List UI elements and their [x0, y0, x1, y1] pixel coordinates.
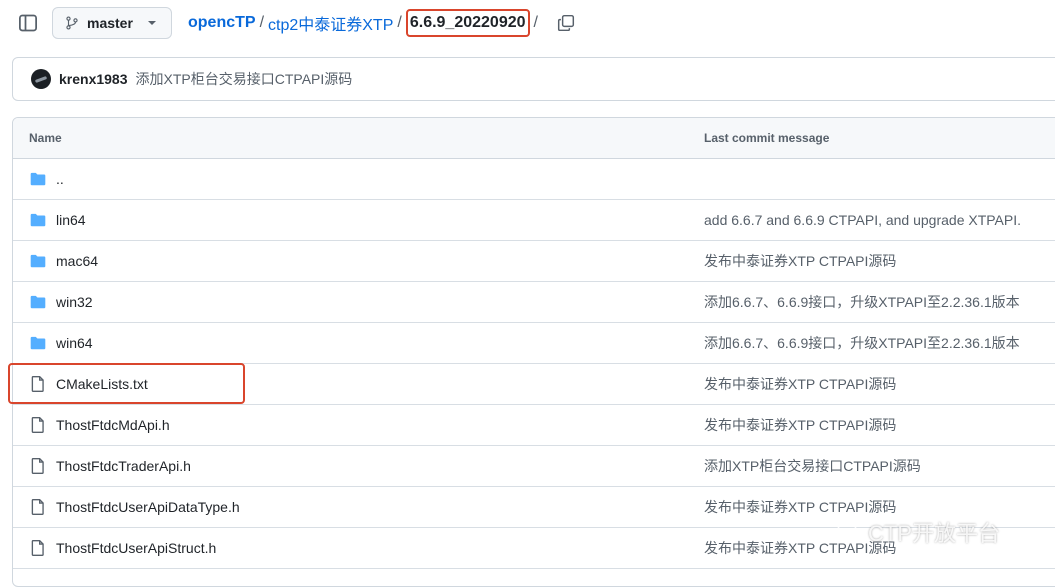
column-header-message: Last commit message [704, 131, 830, 145]
copy-path-icon[interactable] [557, 14, 575, 32]
row-name-link[interactable]: ThostFtdcTraderApi.h [56, 458, 191, 474]
table-row[interactable]: mac64 发布中泰证券XTP CTPAPI源码 [13, 241, 1055, 282]
row-name-link[interactable]: ThostFtdcMdApi.h [56, 417, 170, 433]
branch-label: master [87, 15, 133, 31]
table-row[interactable]: ThostFtdcTraderApi.h 添加XTP柜台交易接口CTPAPI源码 [13, 446, 1055, 487]
folder-icon [30, 213, 46, 227]
row-name-cell[interactable]: ThostFtdcUserApiStruct.h [29, 528, 216, 568]
row-name-cell[interactable]: mac64 [29, 241, 98, 281]
branch-select-button[interactable]: master [52, 7, 172, 39]
row-name-cell[interactable]: ThostFtdcMdApi.h [29, 405, 170, 445]
row-commit-message[interactable]: add 6.6.7 and 6.6.9 CTPAPI, and upgrade … [704, 200, 1021, 240]
wechat-logo-icon [837, 521, 860, 542]
row-name-link[interactable]: ThostFtdcUserApiDataType.h [56, 499, 240, 515]
commit-author[interactable]: krenx1983 [59, 71, 128, 87]
table-row[interactable]: lin64 add 6.6.7 and 6.6.9 CTPAPI, and upg… [13, 200, 1055, 241]
row-name-link[interactable]: ThostFtdcUserApiStruct.h [56, 540, 216, 556]
breadcrumb-separator: / [259, 14, 265, 31]
breadcrumb-folder-link[interactable]: ctp2中泰证券XTP [268, 11, 393, 35]
table-row[interactable]: win64 添加6.6.7、6.6.9接口，升级XTPAPI至2.2.36.1版本 [13, 323, 1055, 364]
row-commit-message[interactable]: 添加6.6.7、6.6.9接口，升级XTPAPI至2.2.36.1版本 [704, 282, 1020, 322]
breadcrumb-separator: / [397, 14, 402, 31]
row-name-cell[interactable]: lin64 [29, 200, 86, 240]
caret-down-icon [147, 21, 156, 25]
folder-icon [30, 254, 46, 268]
folder-icon [30, 295, 46, 309]
row-name-cell[interactable]: ThostFtdcUserApiDataType.h [29, 487, 240, 527]
table-row[interactable]: win32 添加6.6.7、6.6.9接口，升级XTPAPI至2.2.36.1版本 [13, 282, 1055, 323]
row-name-link[interactable]: mac64 [56, 253, 98, 269]
commit-message[interactable]: 添加XTP柜台交易接口CTPAPI源码 [136, 69, 353, 89]
row-commit-message[interactable]: 添加XTP柜台交易接口CTPAPI源码 [704, 446, 921, 486]
row-name-cell[interactable]: .. [29, 159, 64, 199]
row-name-cell[interactable]: ThostFtdcTraderApi.h [29, 446, 191, 486]
table-row[interactable]: .. [13, 159, 1055, 200]
breadcrumb-root-link[interactable]: opencTP [188, 14, 256, 32]
breadcrumb-current: 6.6.9_20220920 [405, 9, 530, 37]
file-icon [31, 417, 44, 433]
table-header: Name Last commit message [13, 118, 1055, 159]
breadcrumb: opencTP / ctp2中泰证券XTP / 6.6.9_20220920 / [188, 9, 542, 37]
watermark: CTP开放平台 [836, 515, 1000, 549]
sidebar-toggle-icon[interactable] [18, 13, 38, 33]
row-name-cell[interactable]: win32 [29, 282, 93, 322]
breadcrumb-separator: / [533, 14, 538, 31]
row-commit-message[interactable]: 添加6.6.7、6.6.9接口，升级XTPAPI至2.2.36.1版本 [704, 323, 1020, 363]
row-name-cell[interactable]: win64 [29, 323, 93, 363]
file-icon [31, 540, 44, 556]
latest-commit-bar: krenx1983 添加XTP柜台交易接口CTPAPI源码 [12, 57, 1055, 101]
watermark-text: CTP开放平台 [868, 521, 1001, 546]
row-commit-message[interactable]: 发布中泰证券XTP CTPAPI源码 [704, 405, 896, 445]
folder-icon [30, 172, 46, 186]
repo-header: master opencTP / ctp2中泰证券XTP / 6.6.9_202… [0, 0, 1055, 46]
row-commit-message[interactable]: 发布中泰证券XTP CTPAPI源码 [704, 241, 896, 281]
avatar[interactable] [31, 69, 51, 89]
row-name-link[interactable]: win32 [56, 294, 93, 310]
file-icon [31, 458, 44, 474]
row-commit-message[interactable]: 发布中泰证券XTP CTPAPI源码 [704, 364, 896, 404]
row-name-link[interactable]: win64 [56, 335, 93, 351]
git-branch-icon [66, 16, 78, 30]
row-name-link[interactable]: lin64 [56, 212, 86, 228]
highlight-annotation [8, 363, 245, 404]
file-icon [31, 499, 44, 515]
table-row[interactable]: ThostFtdcMdApi.h 发布中泰证券XTP CTPAPI源码 [13, 405, 1055, 446]
row-name-link[interactable]: .. [56, 171, 64, 187]
folder-icon [30, 336, 46, 350]
column-header-name: Name [29, 131, 62, 145]
